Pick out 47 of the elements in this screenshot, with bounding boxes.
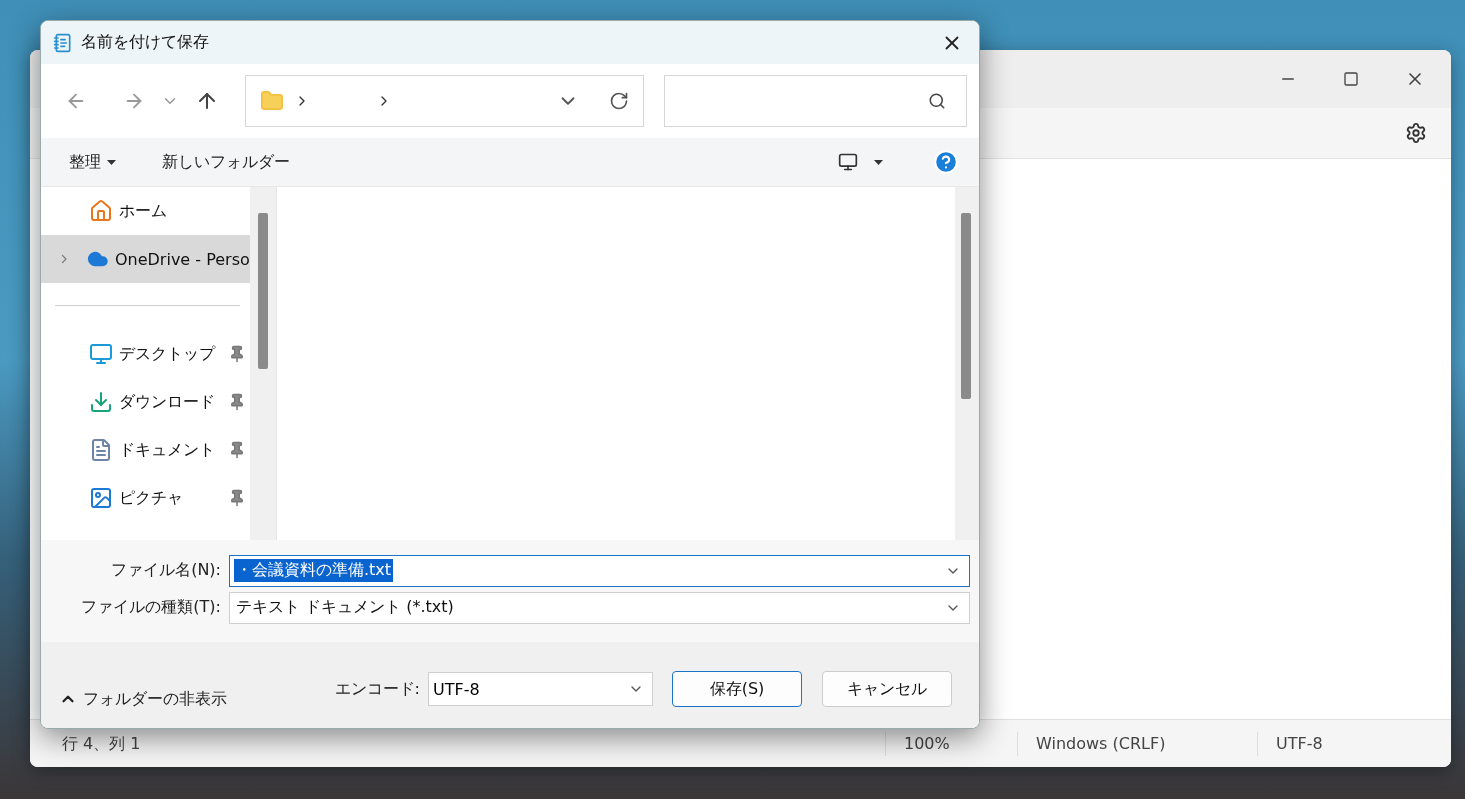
filename-field[interactable]: ・会議資料の準備.txt: [229, 554, 970, 587]
download-icon: [89, 390, 113, 414]
scrollbar[interactable]: [249, 187, 276, 540]
sidebar-label: ダウンロード: [119, 391, 215, 413]
new-folder-button[interactable]: 新しいフォルダー: [160, 147, 292, 177]
help-icon[interactable]: [933, 149, 959, 175]
status-text: Windows (CRLF): [1017, 731, 1257, 756]
sidebar-label: ドキュメント: [119, 439, 215, 461]
sidebar-item[interactable]: ピクチャ: [41, 474, 250, 522]
sidebar-item[interactable]: OneDrive - Perso: [41, 235, 250, 283]
search-icon: [928, 92, 946, 110]
sidebar-item[interactable]: ドキュメント: [41, 426, 250, 474]
settings-icon[interactable]: [1405, 122, 1427, 144]
sidebar-label: デスクトップ: [119, 343, 215, 365]
field-label: ファイルの種類(T):: [80, 597, 222, 618]
maximize-icon[interactable]: [1343, 71, 1359, 87]
hide-folders-button[interactable]: フォルダーの非表示: [53, 687, 233, 711]
status-text: UTF-8: [1257, 731, 1451, 756]
notepad-icon: [53, 32, 73, 53]
cancel-button[interactable]: キャンセル: [822, 671, 952, 707]
search-field[interactable]: [664, 75, 967, 127]
folder-icon: [260, 89, 284, 113]
field-value: テキスト ドキュメント (*.txt): [235, 596, 455, 618]
sidebar-item[interactable]: デスクトップ: [41, 330, 250, 378]
sidebar-label: ピクチャ: [119, 487, 183, 509]
organize-button[interactable]: 整理: [67, 147, 118, 177]
document-icon: [89, 438, 113, 462]
monitor-icon: [89, 342, 113, 366]
sidebar-label: ホーム: [119, 200, 167, 222]
monitor-icon: [838, 152, 858, 172]
encoding-value: UTF-8: [433, 679, 480, 699]
sidebar-item[interactable]: ホーム: [41, 187, 250, 235]
status-text: 行 4、列 1: [61, 732, 142, 755]
dialog-title: 名前を付けて保存: [81, 32, 210, 53]
sidebar-item[interactable]: ダウンロード: [41, 378, 250, 426]
save-button[interactable]: 保存(S): [672, 671, 802, 707]
field-label: ファイル名(N):: [110, 560, 222, 581]
filetype-select[interactable]: テキスト ドキュメント (*.txt): [229, 591, 970, 624]
scrollbar[interactable]: [955, 187, 979, 540]
field-value: ・会議資料の準備.txt: [234, 559, 394, 582]
refresh-icon[interactable]: [609, 91, 630, 111]
picture-icon: [89, 486, 113, 510]
status-text: 100%: [885, 731, 1017, 756]
encoding-select[interactable]: UTF-8: [428, 672, 653, 706]
sidebar-label: OneDrive - Perso: [114, 249, 250, 269]
encoding-label: エンコード:: [334, 678, 420, 700]
house-icon: [89, 199, 113, 223]
